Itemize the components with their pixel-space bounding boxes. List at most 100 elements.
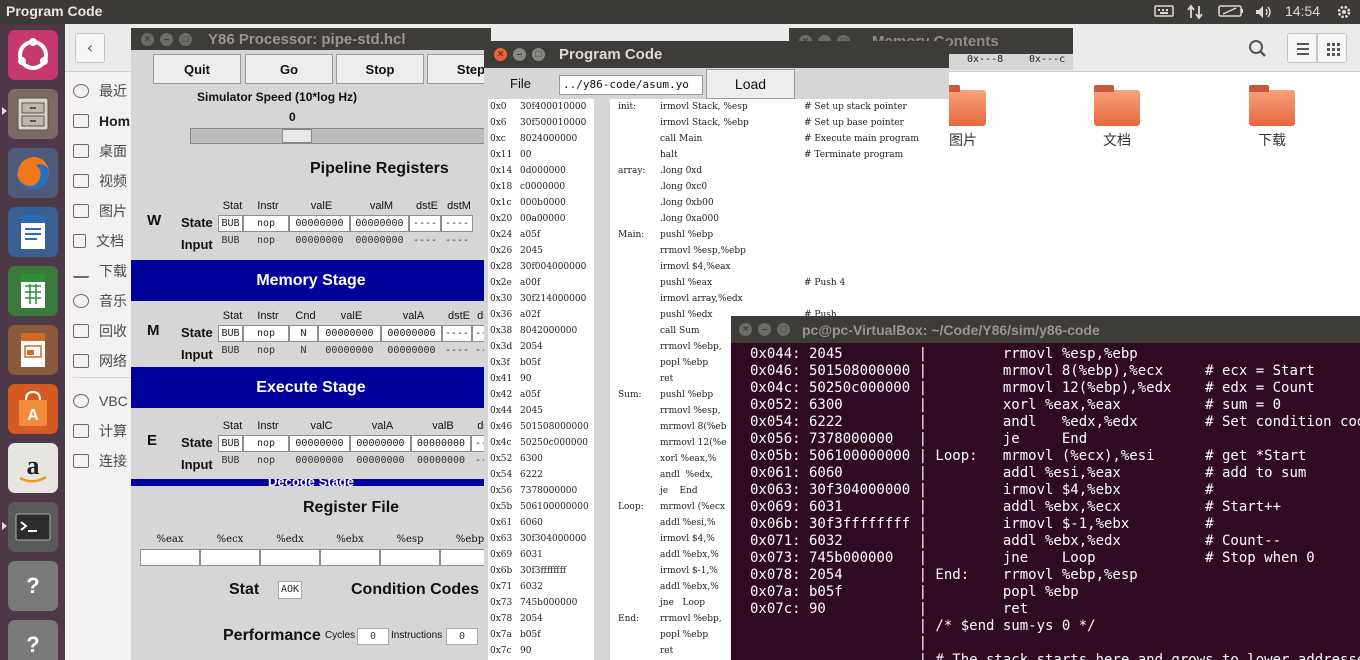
launcher-writer-button[interactable] [8,207,58,257]
terminal-line: 0x063: 30f304000000 | irmovl $4,%ebx # [750,482,1214,498]
source-instruction: ret [660,646,674,656]
listing-bytes: a02f [520,310,541,320]
network-icon[interactable] [1186,4,1204,20]
register-column-header: Stat [222,420,243,432]
listing-address: 0x61 [490,518,513,528]
register-input-cell: 00000000 [355,235,404,246]
close-icon[interactable]: × [739,323,752,336]
launcher-help-button[interactable]: ? [8,561,58,611]
sidebar-item-music[interactable]: 音乐 [73,290,127,312]
sidebar-item-videos[interactable]: 视频 [73,170,127,192]
speed-slider[interactable] [190,128,491,144]
sidebar-item-connect-server[interactable]: 连接 [73,450,127,472]
stop-button[interactable]: Stop [336,54,424,84]
register-state-cell: 00000000 [318,325,381,342]
register-column-header: Stat [222,200,243,212]
sidebar-item-documents[interactable]: 文档 [73,230,124,252]
back-button[interactable]: ‹ [75,33,105,63]
power-gear-icon[interactable] [1336,4,1352,20]
program-code-title: Program Code [559,46,663,63]
minimize-icon[interactable]: – [513,48,526,61]
listing-bytes: 30f400010000 [520,102,587,112]
source-instruction: pushl %ebp [660,230,714,240]
listing-address: 0x0 [490,102,507,112]
terminal-titlebar[interactable]: × – □ pc@pc-VirtualBox: ~/Code/Y86/sim/y86… [731,316,1360,343]
sidebar-item-pictures[interactable]: 图片 [73,200,127,222]
launcher-impress-button[interactable] [8,325,58,375]
chevron-left-icon: ‹ [86,38,94,57]
state-label: State [181,325,213,340]
source-instruction: rrmovl %esp, [660,406,721,416]
register-input-cell: 00000000 [295,235,344,246]
launcher-calc-button[interactable] [8,266,58,316]
calc-spreadsheet-icon [21,274,45,308]
register-state-cell: 00000000 [289,215,350,232]
go-button[interactable]: Go [245,54,333,84]
y86-titlebar[interactable]: × – □ Y86 Processor: pipe-std.hcl [131,28,491,50]
help-question-icon-2: ? [26,632,40,657]
sidebar-item-recent[interactable]: 最近 [73,80,127,102]
listing-bytes: a00f [520,278,541,288]
battery-icon[interactable] [1218,4,1244,20]
launcher-software-center-button[interactable]: A [8,384,58,434]
network-computer-icon [73,354,89,368]
listing-address: 0x2e [490,278,512,288]
program-code-titlebar[interactable]: × – □ Program Code [484,41,949,68]
minimize-icon[interactable]: – [160,32,173,46]
listing-address: 0x26 [490,246,513,256]
source-instruction: jne Loop [660,598,706,608]
maximize-icon[interactable]: □ [777,323,790,336]
sidebar-item-network[interactable]: 网络 [73,350,127,372]
sidebar-item-trash[interactable]: 回收 [73,320,127,342]
register-column-header: Instr [257,310,279,322]
listing-bytes: 745b000000 [520,598,578,608]
register-name: %eax [156,534,184,545]
clock[interactable]: 14:54 [1285,3,1320,19]
speed-slider-thumb[interactable] [282,129,312,143]
list-view-button[interactable] [1287,33,1317,63]
register-input-cell: nop [256,345,276,356]
close-icon[interactable]: × [141,32,154,46]
state-label: State [181,215,213,230]
keyboard-icon[interactable] [1154,4,1174,20]
terminal-line: 0x056: 7378000000 | je End [750,431,1088,447]
sidebar-item-downloads[interactable]: 下载 [73,260,127,282]
minimize-icon[interactable]: – [758,323,771,336]
listing-bytes: 501508000000 [520,422,589,432]
search-button[interactable] [1245,36,1271,62]
terminal-line: 0x044: 2045 | rrmovl %esp,%ebp [750,346,1138,362]
launcher-amazon-button[interactable]: a [8,443,58,493]
step-button[interactable]: Step [427,54,491,84]
register-state-cell: BUB [218,435,243,452]
folder-documents[interactable]: 文档 [1072,85,1162,150]
launcher-dash-button[interactable] [8,30,58,80]
listing-address: 0x1c [490,198,512,208]
launcher-terminal-button[interactable] [8,502,58,552]
listing-address: 0x24 [490,230,513,240]
maximize-icon[interactable]: □ [179,32,192,46]
grid-view-icon [1327,43,1340,56]
volume-icon[interactable] [1254,4,1274,20]
grid-view-button[interactable] [1317,33,1347,63]
sidebar-item-vbox-disc[interactable]: VBC [73,390,128,412]
sidebar-item-desktop[interactable]: 桌面 [73,140,127,162]
listing-bytes: 6031 [520,550,543,560]
memory-col-header: 0x---c [1029,54,1066,65]
load-button[interactable]: Load [706,69,795,99]
shopping-bag-icon: A [19,390,47,426]
close-icon[interactable]: × [494,48,507,61]
performance-label: Performance [223,627,321,644]
maximize-icon[interactable]: □ [532,48,545,61]
file-path-input[interactable]: ../y86-code/asum.yo [559,75,703,95]
launcher-help-button-2[interactable]: ? [8,620,58,660]
terminal-line: 0x07a: b05f | popl %ebp [750,584,1079,600]
quit-button[interactable]: Quit [153,54,241,84]
launcher-files-button[interactable] [8,89,58,139]
sidebar-item-computer[interactable]: 计算 [73,420,127,442]
source-instruction: addl %ebx,% [660,550,719,560]
listing-address: 0x36 [490,310,513,320]
sidebar-item-home[interactable]: Hom [73,110,130,132]
folder-downloads[interactable]: 下载 [1227,85,1317,150]
launcher-firefox-button[interactable] [8,148,58,198]
register-value-cell [380,549,440,566]
